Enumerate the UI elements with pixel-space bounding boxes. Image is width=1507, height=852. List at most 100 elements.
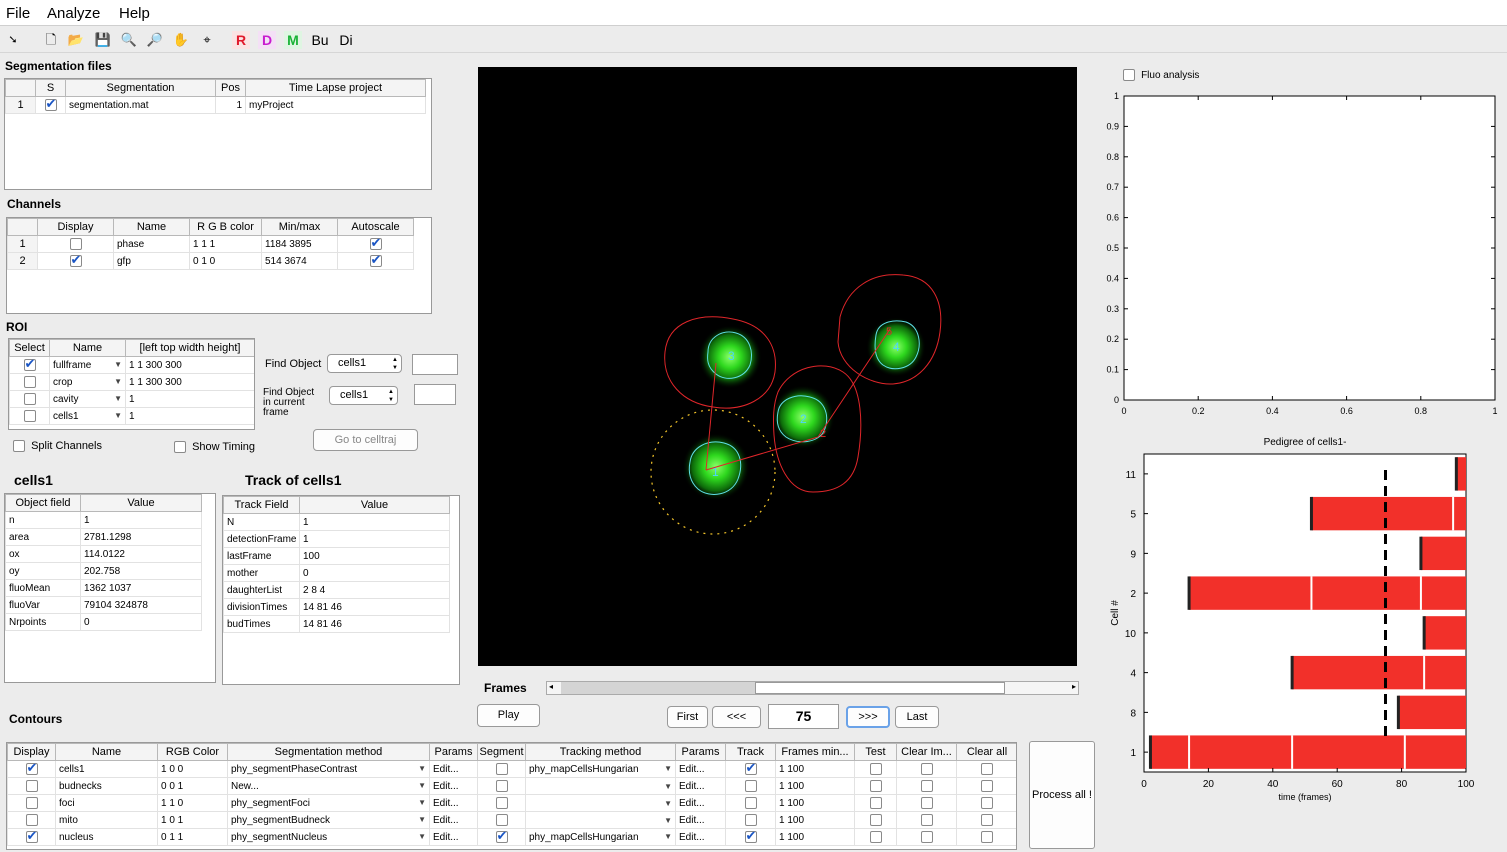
roi-value[interactable]: 1 (125, 407, 254, 425)
segmentation-method-dropdown[interactable]: phy_segmentBudneck ▼ (227, 811, 430, 829)
col-header[interactable]: Name (55, 743, 158, 761)
contour-rgb[interactable]: 0 0 1 (157, 777, 228, 795)
track-params-edit[interactable]: Edit... (675, 777, 726, 795)
test-checkbox[interactable] (869, 763, 882, 775)
roi-select-checkbox[interactable] (23, 393, 36, 405)
track-params-edit[interactable]: Edit... (675, 794, 726, 812)
fluo-analysis-checkbox[interactable] (1123, 69, 1135, 82)
contour-display-checkbox[interactable] (25, 762, 38, 776)
play-button[interactable]: Play (477, 704, 540, 727)
contour-name[interactable]: cells1 (55, 760, 158, 778)
roi-value[interactable]: 1 (125, 390, 254, 408)
roi-name-dropdown[interactable]: crop ▼ (49, 373, 126, 391)
menu-file[interactable]: File (6, 5, 30, 22)
col-header[interactable] (5, 79, 36, 97)
channel-rgb[interactable]: 1 1 1 (189, 235, 262, 253)
tracking-method-dropdown[interactable]: ▼ (525, 777, 676, 795)
test-checkbox[interactable] (869, 831, 882, 843)
tracking-method-dropdown[interactable]: phy_mapCellsHungarian ▼ (525, 760, 676, 778)
test-checkbox[interactable] (869, 780, 882, 792)
seg-params-edit[interactable]: Edit... (429, 794, 478, 812)
cell-2[interactable]: 2 (771, 365, 862, 493)
seg-params-edit[interactable]: Edit... (429, 777, 478, 795)
segmentation-method-dropdown[interactable]: phy_segmentNucleus ▼ (227, 828, 430, 846)
test-checkbox[interactable] (869, 814, 882, 826)
col-header[interactable]: Segmentation method (227, 743, 430, 761)
col-header[interactable]: Tracking method (525, 743, 676, 761)
tracking-method-dropdown[interactable]: ▼ (525, 794, 676, 812)
tool-di-icon[interactable]: Di (335, 31, 357, 49)
menu-help[interactable]: Help (119, 5, 150, 22)
save-icon[interactable]: 💾 (94, 31, 112, 49)
clear-all-checkbox[interactable] (981, 831, 993, 843)
track-params-edit[interactable]: Edit... (675, 828, 726, 846)
clear-image-checkbox[interactable] (920, 780, 933, 792)
contour-rgb[interactable]: 0 1 1 (157, 828, 228, 846)
split-channels-option[interactable]: Split Channels (13, 440, 102, 453)
roi-value[interactable]: 1 1 300 300 (125, 356, 254, 374)
col-header[interactable]: [left top width height] (125, 339, 254, 357)
col-header[interactable]: Segment (477, 743, 526, 761)
find-object-current-input[interactable] (414, 384, 456, 405)
segment-checkbox[interactable] (495, 814, 508, 826)
col-header[interactable]: Autoscale (337, 218, 414, 236)
menu-analyze[interactable]: Analyze (47, 5, 100, 22)
col-header[interactable]: Segmentation (65, 79, 216, 97)
clear-all-checkbox[interactable] (981, 814, 993, 826)
segfile-name[interactable]: segmentation.mat (65, 96, 216, 114)
last-frame-button[interactable]: Last (895, 706, 939, 728)
roi-name-dropdown[interactable]: cavity ▼ (49, 390, 126, 408)
frames-range[interactable]: 1 100 (775, 794, 855, 812)
clear-all-checkbox[interactable] (981, 797, 993, 809)
col-header[interactable] (7, 218, 38, 236)
track-checkbox[interactable] (744, 780, 757, 792)
contour-rgb[interactable]: 1 0 0 (157, 760, 228, 778)
slider-left-arrow-icon[interactable]: ◂ (549, 682, 553, 691)
fluo-analysis-option[interactable]: Fluo analysis (1123, 69, 1199, 82)
channel-name[interactable]: gfp (113, 252, 190, 270)
channel-display-checkbox[interactable] (69, 238, 82, 250)
tool-m-icon[interactable]: M (284, 31, 302, 49)
col-header[interactable]: Track (725, 743, 776, 761)
col-header[interactable]: RGB Color (157, 743, 228, 761)
segment-checkbox[interactable] (495, 763, 508, 775)
frames-slider[interactable]: ◂ ▸ (546, 681, 1079, 695)
clear-image-checkbox[interactable] (920, 797, 933, 809)
frames-range[interactable]: 1 100 (775, 777, 855, 795)
new-file-icon[interactable]: 🗋 (42, 31, 60, 49)
track-checkbox[interactable] (744, 762, 757, 776)
contour-name[interactable]: budnecks (55, 777, 158, 795)
test-checkbox[interactable] (869, 797, 882, 809)
segfile-pos[interactable]: 1 (215, 96, 246, 114)
find-object-input[interactable] (412, 354, 458, 375)
segment-checkbox[interactable] (495, 797, 508, 809)
contour-rgb[interactable]: 1 1 0 (157, 794, 228, 812)
clear-image-checkbox[interactable] (920, 831, 933, 843)
clear-image-checkbox[interactable] (920, 763, 933, 775)
contour-display-checkbox[interactable] (25, 797, 38, 809)
channel-minmax[interactable]: 1184 3895 (261, 235, 338, 253)
first-frame-button[interactable]: First (667, 706, 708, 728)
next-frames-button[interactable]: >>> (846, 706, 890, 728)
zoom-out-icon[interactable]: 🔎 (146, 31, 164, 49)
track-params-edit[interactable]: Edit... (675, 811, 726, 829)
seg-params-edit[interactable]: Edit... (429, 828, 478, 846)
track-params-edit[interactable]: Edit... (675, 760, 726, 778)
frames-range[interactable]: 1 100 (775, 811, 855, 829)
clear-image-checkbox[interactable] (920, 814, 933, 826)
data-cursor-icon[interactable]: ⌖ (198, 31, 216, 49)
slider-right-arrow-icon[interactable]: ▸ (1072, 682, 1076, 691)
cell-3[interactable]: 3 (664, 316, 776, 409)
clear-all-checkbox[interactable] (981, 780, 993, 792)
col-header[interactable]: Params (675, 743, 726, 761)
clear-all-checkbox[interactable] (981, 763, 993, 775)
col-header[interactable]: Value (80, 494, 202, 512)
channel-display-checkbox[interactable] (69, 254, 82, 268)
col-header[interactable]: Min/max (261, 218, 338, 236)
contour-display-checkbox[interactable] (25, 780, 38, 792)
open-folder-icon[interactable]: 📂 (67, 31, 85, 49)
goto-celltraj-button[interactable]: Go to celltraj (313, 429, 418, 451)
col-header[interactable]: Test (854, 743, 897, 761)
contour-rgb[interactable]: 1 0 1 (157, 811, 228, 829)
col-header[interactable]: Clear all (956, 743, 1016, 761)
